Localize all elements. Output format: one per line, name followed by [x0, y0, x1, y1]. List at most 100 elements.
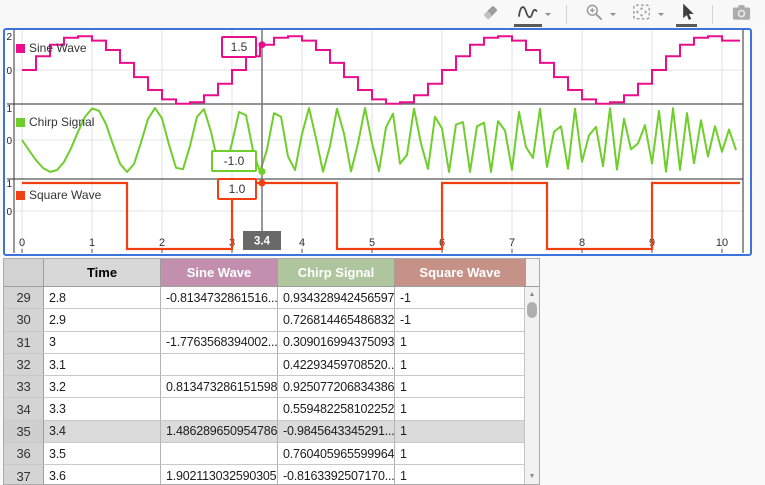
- table-cell[interactable]: 0.7268144654868329: [278, 309, 395, 331]
- cursor-marker-dot: [259, 180, 266, 187]
- sine-wave-column-header: Sine Wave: [161, 259, 278, 287]
- table-row[interactable]: 323.1 0.42293459708520...1: [4, 354, 539, 376]
- row-number-cell[interactable]: 30: [4, 309, 44, 331]
- table-cell[interactable]: [161, 354, 278, 376]
- table-cell[interactable]: -0.8134732861516...: [161, 287, 278, 309]
- table-cell[interactable]: 2.9: [44, 309, 161, 331]
- y-tick-label: 2: [6, 32, 12, 43]
- table-cell[interactable]: 3.3: [44, 398, 161, 420]
- table-cell[interactable]: 3.1: [44, 354, 161, 376]
- table-row[interactable]: 343.3 0.55948225810225261: [4, 398, 539, 420]
- table-cell[interactable]: 1: [395, 376, 526, 398]
- row-number-cell[interactable]: 35: [4, 421, 44, 443]
- signal-legend-label[interactable]: Sine Wave: [29, 41, 87, 55]
- table-cell[interactable]: -0.8163392507170...: [278, 465, 395, 485]
- toolbar: [0, 0, 765, 28]
- scrollbar-thumb[interactable]: [527, 302, 537, 318]
- square-wave-trace[interactable]: [22, 183, 740, 249]
- table-cell[interactable]: 3.6: [44, 465, 161, 485]
- cursor-arrow-icon[interactable]: [676, 1, 697, 27]
- eraser-icon[interactable]: [478, 1, 502, 27]
- table-cell[interactable]: [161, 309, 278, 331]
- legend-swatch: [16, 118, 25, 127]
- row-number-cell[interactable]: 34: [4, 398, 44, 420]
- fit-to-view-icon[interactable]: [628, 1, 655, 27]
- camera-icon[interactable]: [728, 1, 755, 27]
- x-tick-label: 10: [716, 237, 728, 249]
- row-number-cell[interactable]: 32: [4, 354, 44, 376]
- table-row[interactable]: 302.9 0.7268144654868329-1: [4, 309, 539, 331]
- row-number-cell[interactable]: 29: [4, 287, 44, 309]
- table-cell[interactable]: -1: [395, 287, 526, 309]
- x-tick-label: 5: [369, 237, 375, 249]
- table-cell[interactable]: 0.9343289424565971: [278, 287, 395, 309]
- signal-legend-label[interactable]: Square Wave: [29, 188, 102, 202]
- table-cell[interactable]: 2.8: [44, 287, 161, 309]
- toolbar-separator: [566, 5, 567, 24]
- table-cell[interactable]: [161, 443, 278, 465]
- table-cell[interactable]: [161, 398, 278, 420]
- table-cell[interactable]: -1: [395, 309, 526, 331]
- table-cell[interactable]: 3.2: [44, 376, 161, 398]
- x-tick-label: 2: [159, 237, 165, 249]
- table-cell[interactable]: 0.3090169943750931: [278, 332, 395, 354]
- chevron-down-icon[interactable]: [610, 13, 616, 19]
- zoom-in-icon[interactable]: [582, 1, 607, 28]
- signal-plot-panel[interactable]: 01234567891020Sine Wave10Chirp Signal10S…: [3, 28, 752, 256]
- table-cell[interactable]: 1: [395, 421, 526, 443]
- table-cell[interactable]: 0.5594822581022526: [278, 398, 395, 420]
- eraser-icon: [480, 2, 500, 22]
- table-cell[interactable]: 1: [395, 354, 526, 376]
- table-row[interactable]: 333.20.81347328615159820.925077206834386…: [4, 376, 539, 398]
- signal-data-table: Time Sine Wave Chirp Signal Square Wave …: [3, 258, 540, 485]
- table-body: 292.8-0.8134732861516...0.93432894245659…: [4, 287, 539, 485]
- y-tick-label: 1: [6, 104, 12, 115]
- table-cell[interactable]: 0.42293459708520...: [278, 354, 395, 376]
- row-number-cell[interactable]: 36: [4, 443, 44, 465]
- row-number-cell[interactable]: 31: [4, 332, 44, 354]
- row-number-header: [4, 259, 44, 287]
- y-tick-label: 0: [6, 207, 12, 218]
- y-tick-label: 0: [6, 136, 12, 147]
- table-row[interactable]: 292.8-0.8134732861516...0.93432894245659…: [4, 287, 539, 309]
- table-cell[interactable]: -1.7763568394002...: [161, 332, 278, 354]
- table-cell[interactable]: 1: [395, 443, 526, 465]
- table-cell[interactable]: 1: [395, 465, 526, 485]
- cursor-value-label: 1.5: [231, 40, 248, 54]
- zoom-in-icon: [584, 2, 605, 23]
- signal-trace-icon[interactable]: [514, 1, 542, 27]
- legend-swatch: [16, 44, 25, 53]
- table-cell[interactable]: 0.8134732861515982: [161, 376, 278, 398]
- table-cell[interactable]: 3: [44, 332, 161, 354]
- row-number-cell[interactable]: 37: [4, 465, 44, 485]
- table-cell[interactable]: 1: [395, 332, 526, 354]
- table-cell[interactable]: 3.4: [44, 421, 161, 443]
- table-row[interactable]: 363.5 0.76040596559996481: [4, 443, 539, 465]
- row-number-cell[interactable]: 33: [4, 376, 44, 398]
- chevron-down-icon[interactable]: [658, 13, 664, 19]
- table-row[interactable]: 313-1.7763568394002...0.3090169943750931…: [4, 332, 539, 354]
- table-header-row: Time Sine Wave Chirp Signal Square Wave: [4, 259, 539, 287]
- table-cell[interactable]: 0.7604059655999648: [278, 443, 395, 465]
- table-cell[interactable]: 1.486289650954786: [161, 421, 278, 443]
- table-cell[interactable]: 1: [395, 398, 526, 420]
- table-cell[interactable]: 0.9250772068343864: [278, 376, 395, 398]
- camera-icon: [730, 2, 753, 22]
- y-tick-label: 1: [6, 179, 12, 190]
- table-cell[interactable]: 3.5: [44, 443, 161, 465]
- chevron-down-icon[interactable]: [545, 13, 551, 19]
- time-column-header: Time: [44, 259, 161, 287]
- plot-canvas[interactable]: 01234567891020Sine Wave10Chirp Signal10S…: [5, 30, 750, 254]
- scrollbar-up-arrow[interactable]: ▲: [525, 288, 539, 301]
- x-tick-label: 1: [89, 237, 95, 249]
- table-scrollbar[interactable]: ▲ ▼: [524, 287, 539, 484]
- table-row[interactable]: 373.61.9021130325903053-0.8163392507170.…: [4, 465, 539, 485]
- cursor-time-label: 3.4: [254, 236, 271, 248]
- table-cell[interactable]: -0.9845643345291...: [278, 421, 395, 443]
- fit-to-view-icon: [630, 2, 653, 22]
- table-cell[interactable]: 1.9021130325903053: [161, 465, 278, 485]
- scrollbar-header-spacer: [526, 259, 539, 287]
- signal-legend-label[interactable]: Chirp Signal: [29, 115, 94, 129]
- scrollbar-down-arrow[interactable]: ▼: [525, 470, 539, 483]
- table-row[interactable]: 353.41.486289650954786-0.9845643345291..…: [4, 421, 539, 443]
